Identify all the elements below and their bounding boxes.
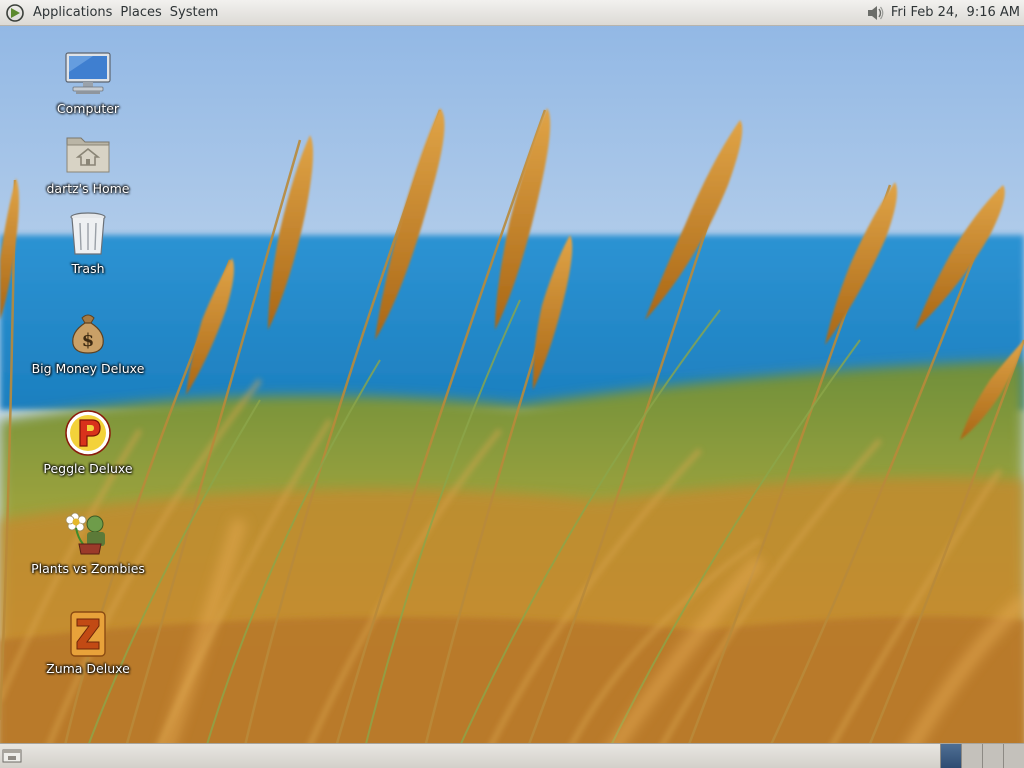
system-menu[interactable]: System bbox=[166, 2, 222, 23]
show-desktop-icon[interactable] bbox=[2, 747, 22, 765]
workspace-2[interactable] bbox=[961, 744, 982, 768]
money-bag-icon: $ bbox=[62, 307, 114, 359]
plants-vs-zombies-icon bbox=[62, 507, 114, 559]
volume-speaker-icon[interactable] bbox=[864, 2, 886, 24]
trash-can-icon bbox=[62, 207, 114, 259]
desktop-icon-label: Computer bbox=[56, 101, 120, 116]
desktop-icon-plants-vs-zombies[interactable]: Plants vs Zombies bbox=[28, 507, 148, 576]
desktop-icon-trash[interactable]: Trash bbox=[28, 207, 148, 276]
desktop-screen: Applications Places System Fri Feb 24, 9… bbox=[0, 0, 1024, 768]
workspace-4[interactable] bbox=[1003, 744, 1024, 768]
desktop-icon-peggle[interactable]: Peggle Deluxe bbox=[28, 407, 148, 476]
places-menu[interactable]: Places bbox=[116, 2, 165, 23]
desktop-icon-home[interactable]: dartz's Home bbox=[28, 127, 148, 196]
desktop-icon-zuma[interactable]: Zuma Deluxe bbox=[28, 607, 148, 676]
applications-menu[interactable]: Applications bbox=[29, 2, 116, 23]
clock[interactable]: Fri Feb 24, 9:16 AM bbox=[891, 5, 1020, 20]
home-folder-icon bbox=[62, 127, 114, 179]
computer-monitor-icon bbox=[62, 47, 114, 99]
debian-swirl-icon[interactable] bbox=[4, 2, 26, 24]
bottom-panel bbox=[0, 743, 1024, 768]
desktop-icon-big-money[interactable]: $ Big Money Deluxe bbox=[28, 307, 148, 376]
desktop-icon-label: Zuma Deluxe bbox=[46, 661, 130, 676]
workspace-3[interactable] bbox=[982, 744, 1003, 768]
desktop-icon-label: Plants vs Zombies bbox=[31, 561, 145, 576]
peggle-icon bbox=[62, 407, 114, 459]
top-panel: Applications Places System Fri Feb 24, 9… bbox=[0, 0, 1024, 26]
desktop-icon-label: Peggle Deluxe bbox=[43, 461, 133, 476]
workspace-1[interactable] bbox=[940, 744, 961, 768]
zuma-icon bbox=[62, 607, 114, 659]
svg-text:$: $ bbox=[82, 330, 95, 351]
wallpaper bbox=[0, 0, 1024, 768]
desktop-icon-label: Big Money Deluxe bbox=[31, 361, 145, 376]
desktop-icon-computer[interactable]: Computer bbox=[28, 47, 148, 116]
desktop-icon-label: dartz's Home bbox=[46, 181, 130, 196]
desktop-icon-label: Trash bbox=[71, 261, 105, 276]
workspace-switcher bbox=[940, 744, 1024, 768]
